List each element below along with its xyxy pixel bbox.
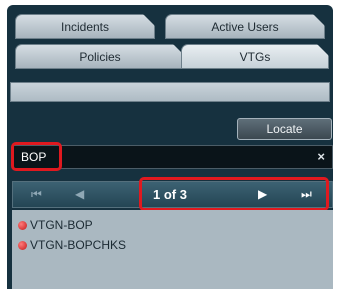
page-indicator: 1 of 3 [153, 187, 187, 202]
status-dot-icon [18, 240, 27, 250]
first-page-icon[interactable]: ⏮ [31, 187, 42, 202]
pagination-bar: ⏮ ◀ 1 of 3 ▶ ⏭ [12, 181, 333, 208]
results-list: VTGN-BOP VTGN-BOPCHKS [12, 210, 333, 289]
tab-incidents-label: Incidents [60, 19, 110, 34]
tab-policies-label: Policies [79, 49, 121, 64]
tab-content-header [10, 82, 330, 102]
tab-fold-decoration [317, 44, 329, 56]
tab-vtgs-label: VTGs [239, 49, 271, 64]
next-page-icon[interactable]: ▶ [258, 187, 267, 201]
tab-vtgs[interactable]: VTGs [181, 44, 329, 69]
tab-active-users[interactable]: Active Users [165, 14, 325, 39]
list-item-label: VTGN-BOP [30, 218, 93, 232]
previous-page-icon[interactable]: ◀ [75, 187, 84, 201]
tab-fold-decoration [313, 14, 325, 26]
search-value: BOP [21, 150, 47, 164]
status-dot-icon [18, 220, 27, 230]
list-item-label: VTGN-BOPCHKS [30, 238, 127, 252]
tab-active-users-label: Active Users [211, 19, 279, 34]
tab-policies[interactable]: Policies [15, 44, 185, 69]
tab-fold-decoration [143, 14, 155, 26]
search-input[interactable]: BOP × [12, 145, 333, 169]
list-item[interactable]: VTGN-BOP [18, 216, 93, 234]
tab-incidents[interactable]: Incidents [15, 14, 155, 39]
clear-search-icon[interactable]: × [317, 149, 325, 164]
locate-button[interactable]: Locate [237, 118, 332, 140]
last-page-icon[interactable]: ⏭ [301, 187, 312, 202]
list-item[interactable]: VTGN-BOPCHKS [18, 236, 126, 254]
